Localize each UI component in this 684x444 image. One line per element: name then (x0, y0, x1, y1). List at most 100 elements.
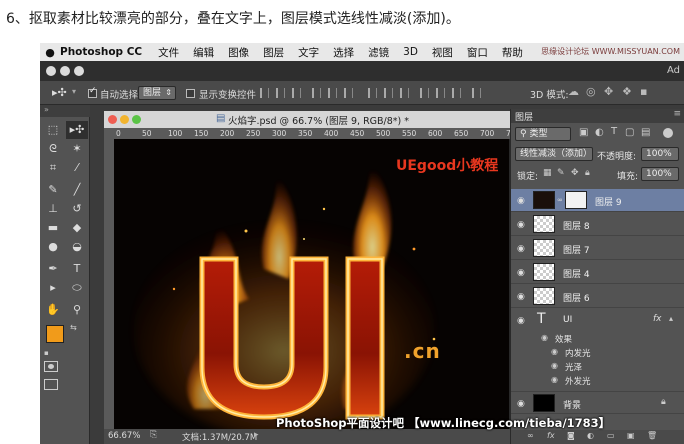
distribute-left-icon[interactable] (420, 88, 429, 98)
link-layers-icon[interactable]: ∞ (527, 431, 534, 440)
menu-item-view[interactable]: 视图 (432, 45, 453, 60)
menu-item-layer[interactable]: 图层 (263, 45, 284, 60)
3d-slide-icon[interactable]: ❖ (622, 85, 632, 98)
app-name[interactable]: Photoshop CC (60, 46, 142, 58)
distribute-hcenter-icon[interactable] (436, 88, 445, 98)
menu-item-window[interactable]: 窗口 (467, 45, 488, 60)
type-filter-icon[interactable]: T (611, 126, 617, 137)
3d-scale-icon[interactable]: ▪ (640, 85, 647, 98)
auto-select-dropdown[interactable]: 图层 ⇕ (138, 86, 176, 100)
align-left-icon[interactable] (312, 88, 321, 98)
apple-icon[interactable]: ● (40, 46, 60, 59)
zoom-tool-icon[interactable]: ⚲ (66, 301, 88, 319)
doc-minimize-icon[interactable] (120, 115, 129, 124)
distribute-bottom-icon[interactable] (400, 88, 409, 98)
effect-inner-glow[interactable]: ◉ 内发光 (511, 346, 684, 360)
align-right-icon[interactable] (344, 88, 353, 98)
eye-icon[interactable]: ◉ (517, 196, 525, 206)
swap-colors-icon[interactable]: ⇆ (70, 323, 77, 332)
document-tab[interactable]: ▤ 火焰字.psd @ 66.7% (图层 9, RGB/8*) * (104, 111, 514, 128)
menu-item-select[interactable]: 选择 (333, 45, 354, 60)
eye-icon[interactable]: ◉ (517, 220, 525, 230)
eye-icon[interactable]: ◉ (517, 316, 525, 326)
chevron-down-icon[interactable]: ▾ (72, 87, 76, 96)
effect-satin[interactable]: ◉ 光泽 (511, 360, 684, 374)
layers-tab[interactable]: 图层 ≡ (511, 109, 684, 123)
add-mask-icon[interactable]: ◙ (567, 431, 575, 440)
layer-row-7[interactable]: ◉ 图层 7 (511, 237, 684, 260)
pen-tool-icon[interactable]: ✒ (42, 260, 64, 278)
default-colors-icon[interactable]: ▪ (44, 349, 49, 357)
3d-roll-icon[interactable]: ◎ (586, 85, 596, 98)
pixel-filter-icon[interactable]: ▣ (579, 127, 588, 138)
menu-item-edit[interactable]: 编辑 (193, 45, 214, 60)
new-layer-icon[interactable]: ▣ (627, 431, 635, 440)
align-top-icon[interactable] (260, 88, 269, 98)
fx-badge-icon[interactable]: fx (653, 314, 662, 324)
eyedropper-tool-icon[interactable]: ⁄ (66, 159, 88, 177)
move-tool-icon[interactable]: ▸✣ (52, 86, 67, 99)
minimize-dot-icon[interactable] (60, 66, 70, 76)
type-tool-icon[interactable]: T (66, 260, 88, 278)
eye-icon[interactable]: ◉ (551, 347, 558, 356)
ellipse-tool-icon[interactable]: ⬭ (66, 279, 88, 297)
blur-tool-icon[interactable]: ● (42, 238, 64, 256)
magic-wand-tool-icon[interactable]: ✶ (66, 140, 88, 158)
eye-icon[interactable]: ◉ (551, 375, 558, 384)
paint-bucket-tool-icon[interactable]: ◆ (66, 219, 88, 237)
layer-mask-thumbnail[interactable] (565, 191, 587, 209)
menu-item-image[interactable]: 图像 (228, 45, 249, 60)
distribute-right-icon[interactable] (452, 88, 461, 98)
shape-filter-icon[interactable]: ▢ (625, 127, 634, 138)
menu-item-type[interactable]: 文字 (298, 45, 319, 60)
distribute-top-icon[interactable] (368, 88, 377, 98)
menu-item-help[interactable]: 帮助 (502, 45, 523, 60)
collapse-icon[interactable]: » (44, 105, 49, 114)
lasso-tool-icon[interactable]: ᘓ (42, 140, 64, 158)
eye-icon[interactable]: ◉ (517, 244, 525, 254)
screen-mode-icon[interactable] (44, 379, 58, 390)
close-dot-icon[interactable] (46, 66, 56, 76)
menu-item-filter[interactable]: 滤镜 (368, 45, 389, 60)
adjustment-filter-icon[interactable]: ◐ (595, 127, 604, 138)
history-brush-tool-icon[interactable]: ↺ (66, 200, 88, 218)
layer-row-4[interactable]: ◉ 图层 4 (511, 261, 684, 284)
3d-rotate-icon[interactable]: ☁ (568, 85, 579, 98)
eraser-tool-icon[interactable]: ▬ (42, 219, 64, 237)
menu-item-file[interactable]: 文件 (158, 45, 179, 60)
lock-transparent-icon[interactable]: ▦ (543, 168, 552, 178)
layer-filter-dropdown[interactable]: ⚲ 类型 (515, 127, 571, 141)
zoom-dot-icon[interactable] (74, 66, 84, 76)
doc-zoom-icon[interactable] (132, 115, 141, 124)
expand-effects-icon[interactable]: ▴ (669, 314, 673, 323)
adjustment-layer-icon[interactable]: ◐ (587, 431, 594, 440)
zoom-level[interactable]: 66.67% (108, 431, 140, 441)
new-group-icon[interactable]: ▭ (607, 431, 615, 440)
auto-align-icon[interactable] (472, 88, 481, 98)
eye-icon[interactable]: ◉ (517, 399, 525, 409)
blend-mode-dropdown[interactable]: 线性减淡（添加） (515, 147, 593, 161)
3d-drag-icon[interactable]: ✥ (604, 85, 613, 98)
lock-position-icon[interactable]: ✥ (571, 168, 579, 178)
marquee-tool-icon[interactable]: ⬚ (42, 121, 64, 139)
panel-menu-icon[interactable]: ≡ (673, 109, 681, 119)
foreground-color-swatch[interactable] (46, 325, 64, 343)
opacity-field[interactable]: 100% (641, 147, 679, 161)
doc-close-icon[interactable] (108, 115, 117, 124)
eye-icon[interactable]: ◉ (517, 292, 525, 302)
layer-row-background[interactable]: ◉ 背景 🔒︎ (511, 391, 684, 414)
eye-icon[interactable]: ◉ (541, 333, 548, 342)
move-tool-icon[interactable]: ▸✣ (66, 121, 88, 139)
delete-layer-icon[interactable]: 🗑︎ (647, 431, 657, 440)
hand-tool-icon[interactable]: ✋ (42, 301, 64, 319)
filter-toggle-icon[interactable] (663, 128, 673, 138)
crop-tool-icon[interactable]: ⌗ (42, 159, 64, 177)
align-hcenter-icon[interactable] (328, 88, 337, 98)
eye-icon[interactable]: ◉ (551, 361, 558, 370)
canvas[interactable]: UEgood小教程 .cn (114, 139, 509, 429)
path-selection-tool-icon[interactable]: ▸ (42, 279, 64, 297)
lock-all-icon[interactable]: 🔒︎ (585, 168, 590, 178)
effect-outer-glow[interactable]: ◉ 外发光 (511, 374, 684, 388)
layer-row-ui[interactable]: ◉ T UI fx ▴ (511, 309, 684, 331)
layer-row-6[interactable]: ◉ 图层 6 (511, 285, 684, 308)
